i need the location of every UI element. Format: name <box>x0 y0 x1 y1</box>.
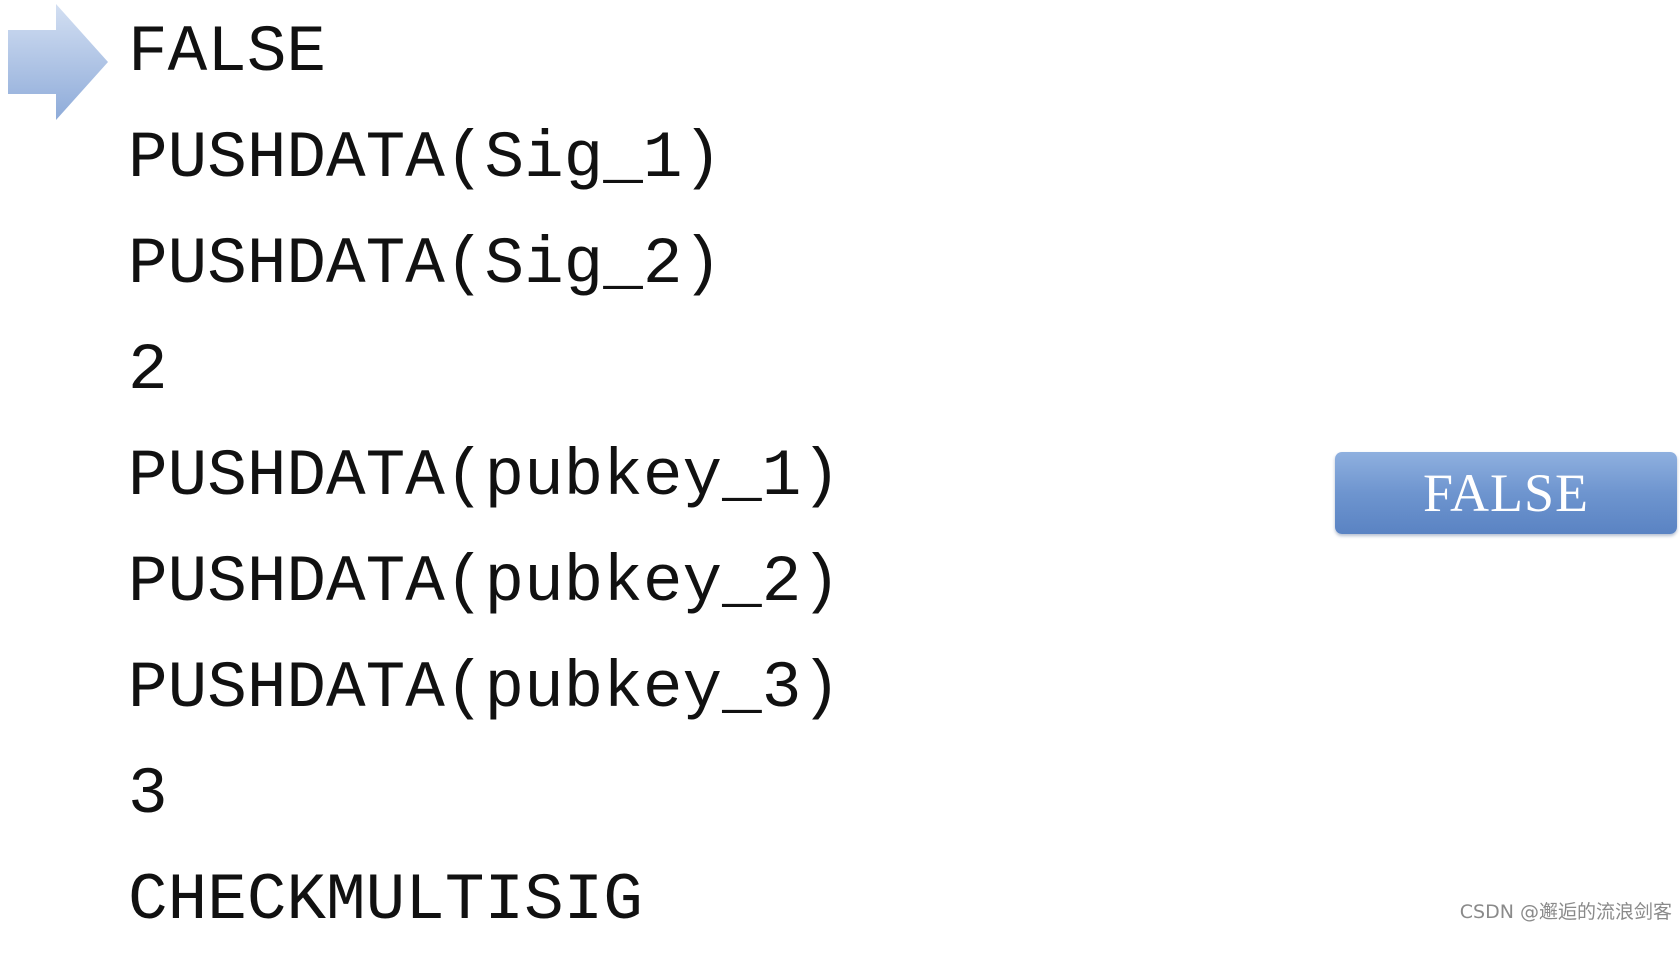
script-line: PUSHDATA(Sig_2) <box>128 227 723 302</box>
script-execution-diagram: FALSE PUSHDATA(Sig_1) PUSHDATA(Sig_2) 2 … <box>0 0 1680 938</box>
script-line: FALSE <box>128 15 327 90</box>
script-line: PUSHDATA(pubkey_1) <box>128 439 841 514</box>
script-line: PUSHDATA(pubkey_2) <box>128 545 841 620</box>
script-line: PUSHDATA(Sig_1) <box>128 121 723 196</box>
script-line: 2 <box>128 333 168 408</box>
script-line-list: FALSE PUSHDATA(Sig_1) PUSHDATA(Sig_2) 2 … <box>128 0 841 954</box>
script-line: CHECKMULTISIG <box>128 863 643 938</box>
current-step-arrow-icon <box>8 4 108 120</box>
script-line: PUSHDATA(pubkey_3) <box>128 651 841 726</box>
script-line: 3 <box>128 757 168 832</box>
stack-item: FALSE <box>1335 452 1677 534</box>
watermark: CSDN @邂逅的流浪剑客 <box>1459 901 1672 923</box>
